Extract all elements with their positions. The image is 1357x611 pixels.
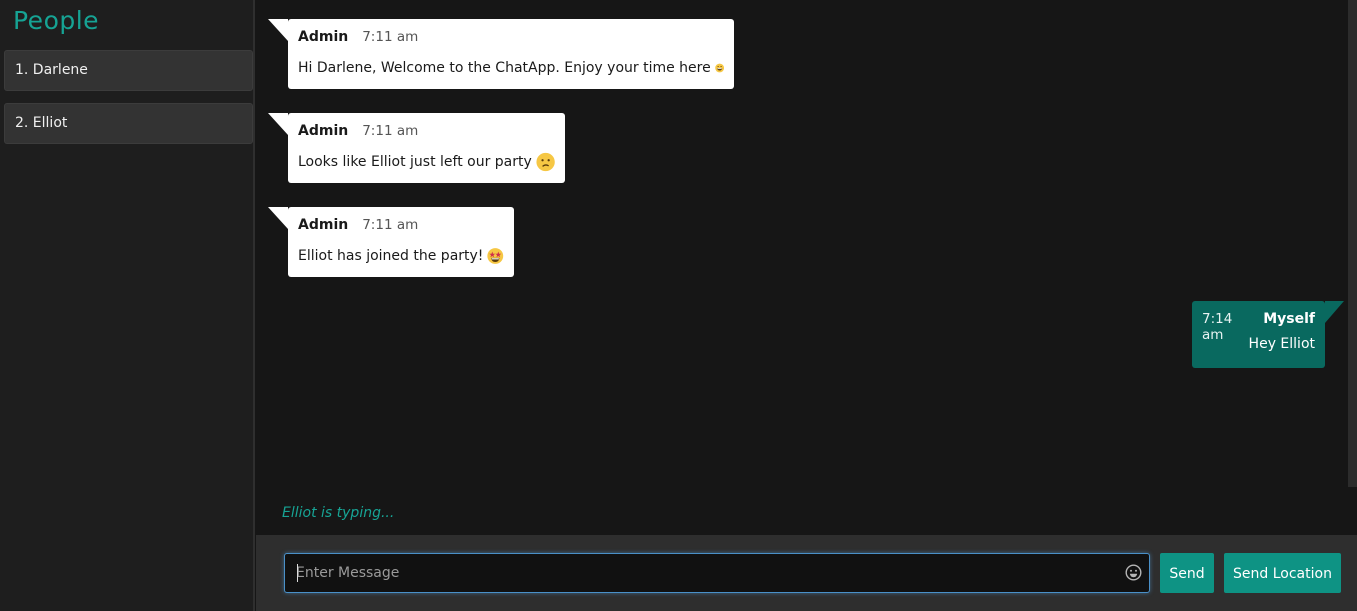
typing-indicator: Elliot is typing... (282, 505, 395, 521)
message-time: 7:11 am (362, 123, 419, 139)
sidebar-title: People (13, 6, 100, 35)
star-struck-face-icon (487, 248, 504, 264)
send-button[interactable]: Send (1160, 553, 1214, 593)
message-bubble: Admin 7:11 am Elliot has joined the part… (268, 207, 514, 277)
message-time: 7:11 am (362, 29, 419, 45)
grinning-face-icon (714, 63, 724, 73)
message-bubble: Admin 7:11 am Looks like Elliot just lef… (268, 113, 565, 183)
message-input-wrapper (284, 553, 1150, 593)
people-sidebar: People 1. Darlene 2. Elliot (0, 0, 255, 611)
user-list-item-elliot[interactable]: 2. Elliot (4, 103, 253, 144)
message-list-scrollbar[interactable] (1348, 0, 1357, 487)
chat-app: People 1. Darlene 2. Elliot Admin 7:11 a… (0, 0, 1357, 611)
message-time: 7:14 am (1202, 311, 1233, 343)
message-bubble-own: 7:14 am Myself Hey Elliot (1192, 301, 1344, 368)
message-composer: Send Send Location (256, 535, 1357, 611)
chat-main: Admin 7:11 am Hi Darlene, Welcome to the… (266, 0, 1357, 535)
message-author: Admin (298, 123, 349, 139)
message-author: Myself (1263, 311, 1315, 327)
message-author: Admin (298, 217, 349, 233)
message-bubble: Admin 7:11 am Hi Darlene, Welcome to the… (268, 19, 734, 89)
confused-face-icon (536, 152, 555, 172)
message-time: 7:11 am (362, 217, 419, 233)
message-input[interactable] (285, 554, 1115, 592)
message-text: Looks like Elliot just left our party (298, 154, 532, 170)
message-text: Hi Darlene, Welcome to the ChatApp. Enjo… (298, 60, 711, 76)
text-caret (297, 564, 298, 582)
message-author: Admin (298, 29, 349, 45)
send-location-button[interactable]: Send Location (1224, 553, 1341, 593)
user-list-item-darlene[interactable]: 1. Darlene (4, 50, 253, 91)
message-list: Admin 7:11 am Hi Darlene, Welcome to the… (266, 0, 1348, 487)
message-text: Elliot has joined the party! (298, 248, 484, 264)
smiley-picker-icon[interactable] (1125, 564, 1142, 581)
message-text: Hey Elliot (1248, 336, 1315, 352)
